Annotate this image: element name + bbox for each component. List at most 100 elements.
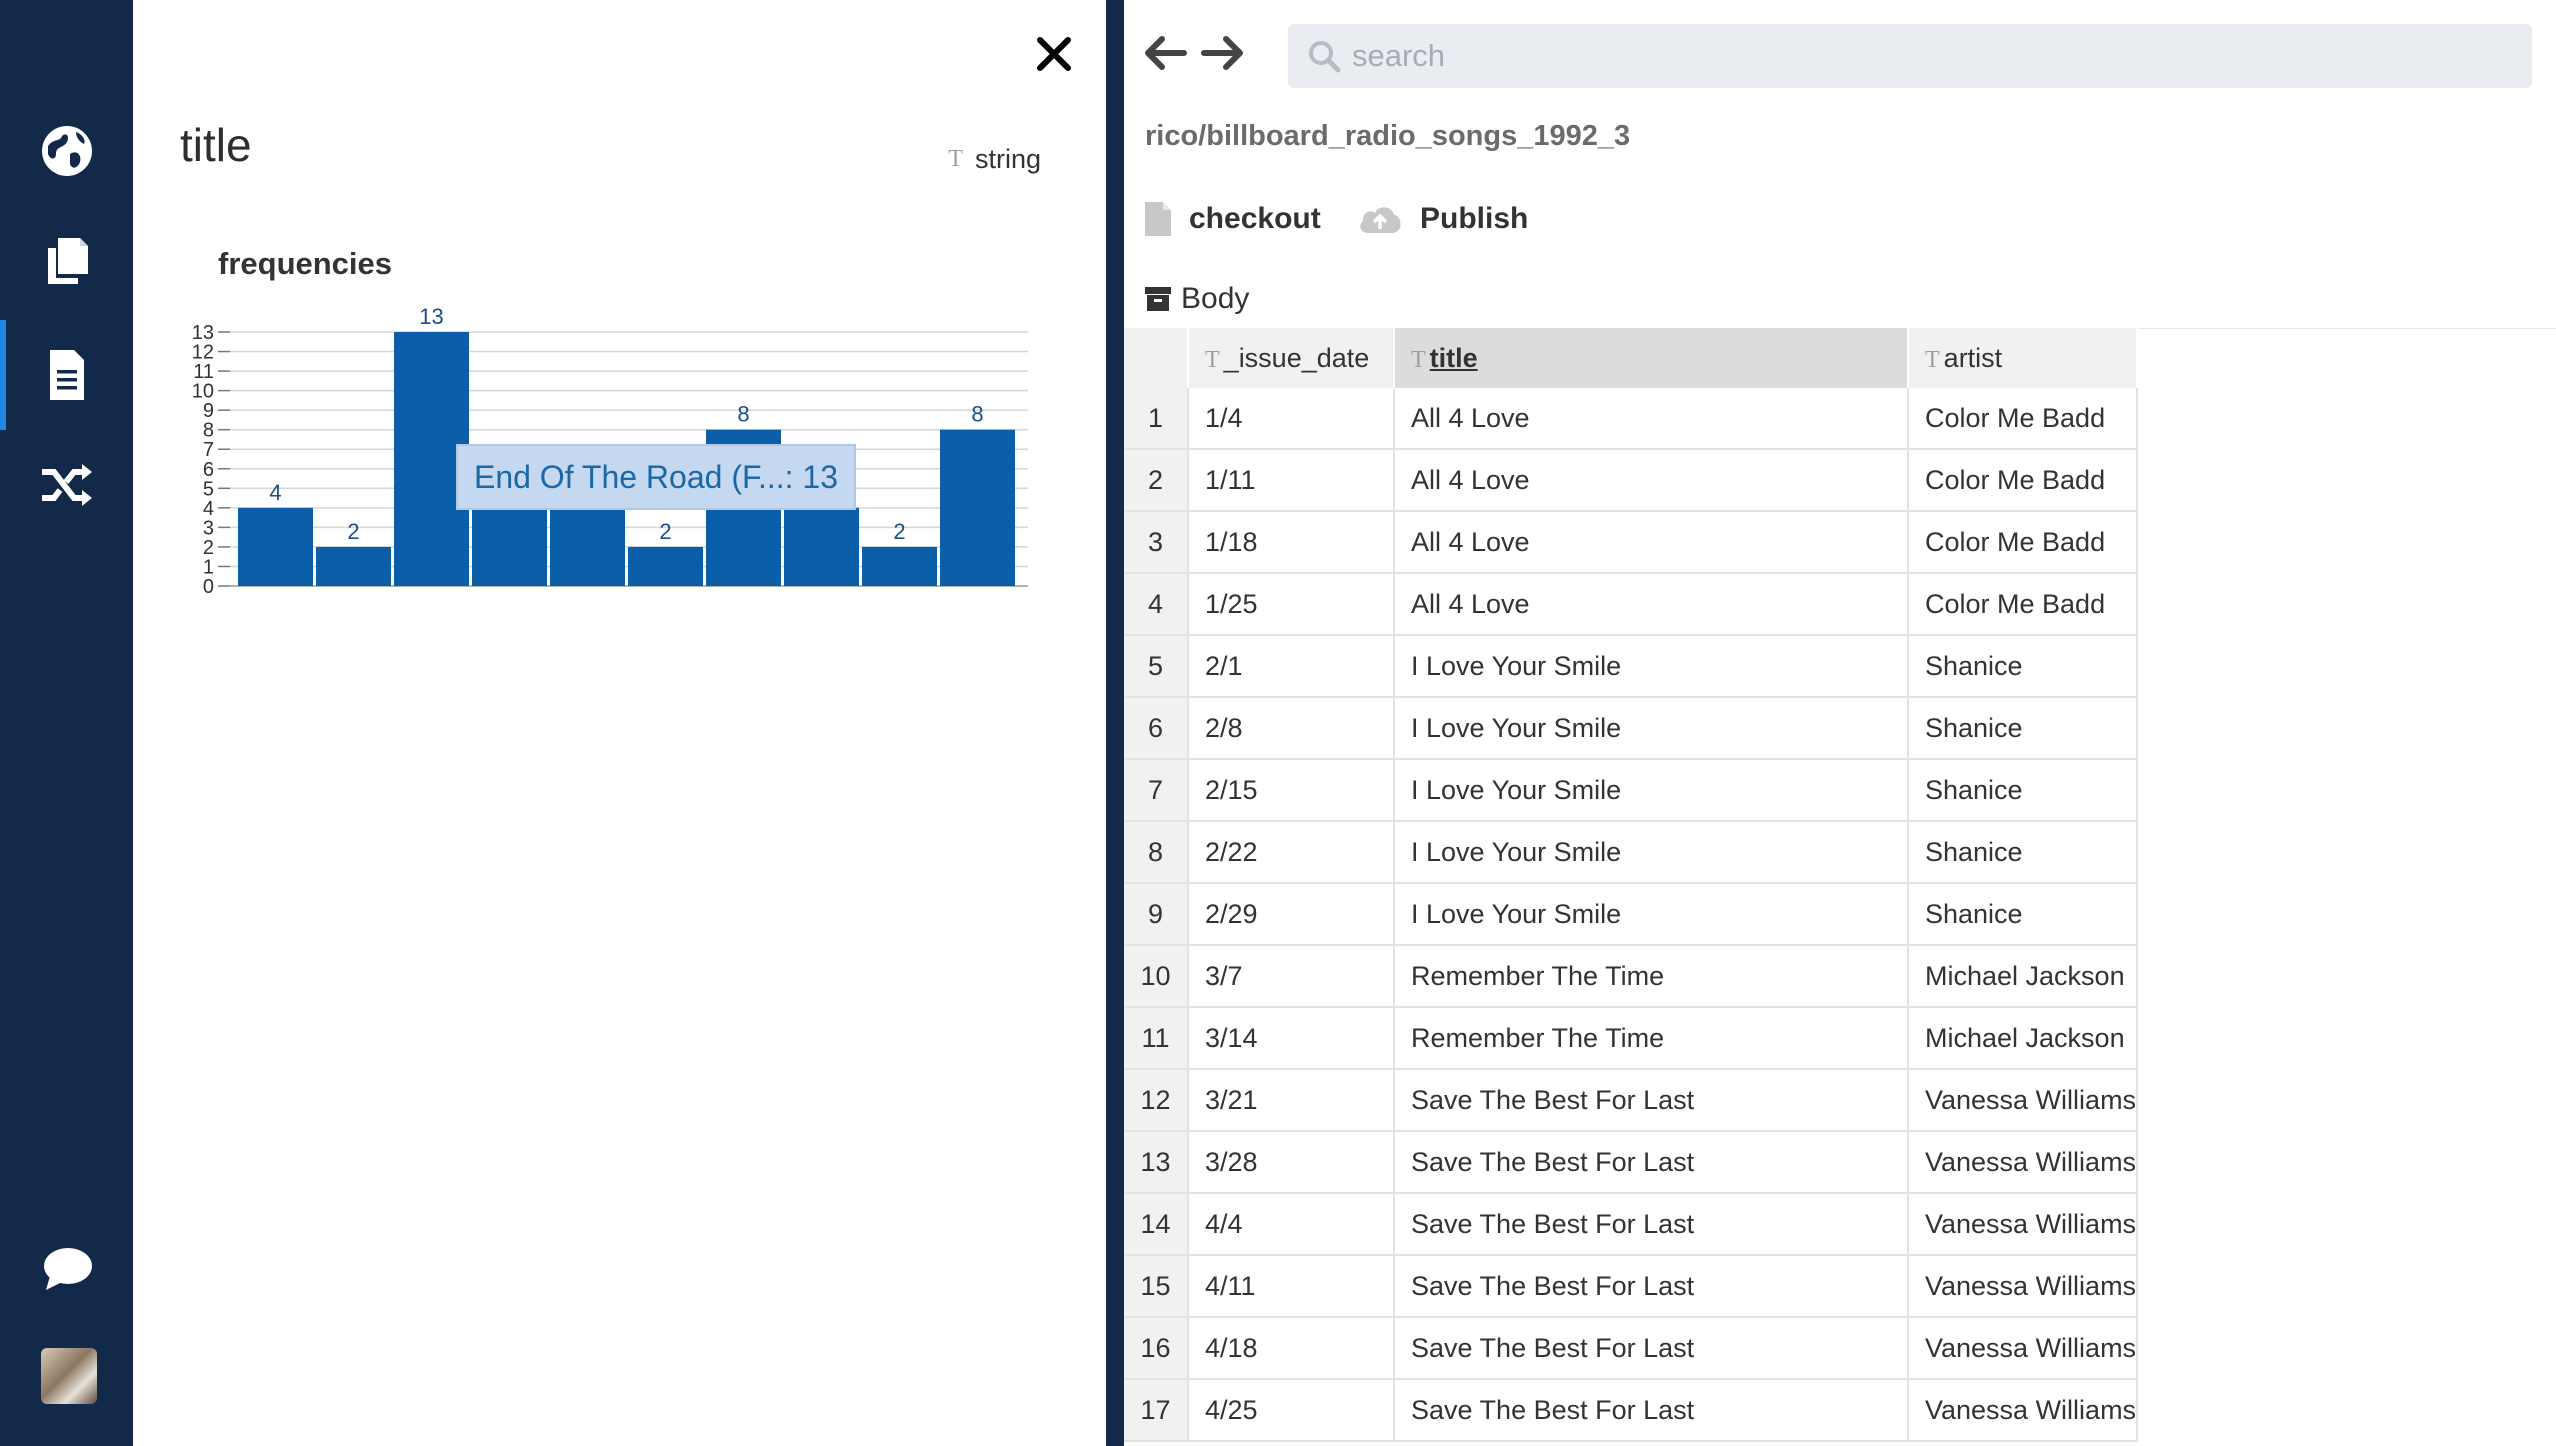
table-row[interactable]: 17 4/25 Save The Best For Last Vanessa Will… [1124, 1379, 2139, 1442]
cell-issue-date[interactable]: 4/18 [1188, 1317, 1395, 1380]
publish-button[interactable]: Publish [1358, 202, 1528, 236]
cell-issue-date[interactable]: 2/29 [1188, 883, 1395, 946]
cell-title[interactable]: All 4 Love [1394, 388, 1909, 450]
cell-title[interactable]: All 4 Love [1394, 573, 1909, 636]
table-row[interactable]: 6 2/8 I Love Your Smile Shanice [1124, 697, 2139, 760]
table-row[interactable]: 10 3/7 Remember The Time Michael Jackson [1124, 945, 2139, 1008]
cell-artist[interactable]: Color Me Badd [1908, 573, 2139, 636]
cell-artist[interactable]: Shanice [1908, 635, 2139, 698]
arrow-left-icon[interactable] [1142, 30, 1188, 76]
cell-issue-date[interactable]: 1/25 [1188, 573, 1395, 636]
table-row[interactable]: 7 2/15 I Love Your Smile Shanice [1124, 759, 2139, 822]
publish-label: Publish [1420, 202, 1529, 235]
sidebar-item-copies[interactable] [0, 206, 133, 316]
cell-artist[interactable]: Vanessa Williams [1908, 1193, 2139, 1256]
cell-title[interactable]: I Love Your Smile [1394, 821, 1909, 884]
chart-bar[interactable] [862, 546, 937, 586]
cell-title[interactable]: Save The Best For Last [1394, 1131, 1909, 1194]
cell-artist[interactable]: Vanessa Williams [1908, 1255, 2139, 1318]
table-row[interactable]: 16 4/18 Save The Best For Last Vanessa Will… [1124, 1317, 2139, 1380]
cell-artist[interactable]: Color Me Badd [1908, 511, 2139, 574]
cell-title[interactable]: Save The Best For Last [1394, 1193, 1909, 1256]
cell-artist[interactable]: Michael Jackson [1908, 1007, 2139, 1070]
table-row[interactable]: 11 3/14 Remember The Time Michael Jackson [1124, 1007, 2139, 1070]
cloud-upload-icon [1360, 207, 1401, 233]
body-section-label[interactable]: Body [1145, 282, 1249, 316]
cell-artist[interactable]: Shanice [1908, 821, 2139, 884]
cell-artist[interactable]: Color Me Badd [1908, 388, 2139, 450]
cell-title[interactable]: Save The Best For Last [1394, 1317, 1909, 1380]
arrow-right-icon[interactable] [1200, 30, 1246, 76]
column-header-artist[interactable]: Tartist [1908, 328, 2139, 388]
checkout-button[interactable]: checkout [1145, 202, 1321, 236]
cell-title[interactable]: All 4 Love [1394, 511, 1909, 574]
cell-artist[interactable]: Shanice [1908, 697, 2139, 760]
cell-title[interactable]: Remember The Time [1394, 945, 1909, 1008]
table-row[interactable]: 2 1/11 All 4 Love Color Me Badd [1124, 449, 2139, 512]
search-input[interactable] [1350, 37, 2504, 75]
cell-issue-date[interactable]: 3/14 [1188, 1007, 1395, 1070]
cell-artist[interactable]: Vanessa Williams [1908, 1317, 2139, 1380]
table-row[interactable]: 14 4/4 Save The Best For Last Vanessa Willi… [1124, 1193, 2139, 1256]
cell-issue-date[interactable]: 1/4 [1188, 388, 1395, 450]
table-row[interactable]: 3 1/18 All 4 Love Color Me Badd [1124, 511, 2139, 574]
cell-title[interactable]: Save The Best For Last [1394, 1379, 1909, 1442]
cell-issue-date[interactable]: 3/21 [1188, 1069, 1395, 1132]
cell-issue-date[interactable]: 3/28 [1188, 1131, 1395, 1194]
bar-value-label: 2 [659, 519, 671, 544]
chart-bar[interactable] [238, 507, 313, 586]
chart-bar[interactable] [784, 507, 859, 586]
chart-bar[interactable] [472, 507, 547, 586]
sidebar-item-explore[interactable] [0, 96, 133, 206]
table-row[interactable]: 12 3/21 Save The Best For Last Vanessa Will… [1124, 1069, 2139, 1132]
search-bar[interactable] [1288, 24, 2532, 88]
type-glyph-icon: T [1411, 346, 1426, 373]
cell-issue-date[interactable]: 3/7 [1188, 945, 1395, 1008]
cell-title[interactable]: I Love Your Smile [1394, 697, 1909, 760]
panel-divider[interactable] [1106, 0, 1124, 1446]
cell-title[interactable]: I Love Your Smile [1394, 883, 1909, 946]
cell-issue-date[interactable]: 2/15 [1188, 759, 1395, 822]
cell-artist[interactable]: Vanessa Williams [1908, 1069, 2139, 1132]
cell-issue-date[interactable]: 2/8 [1188, 697, 1395, 760]
cell-issue-date[interactable]: 1/18 [1188, 511, 1395, 574]
cell-artist[interactable]: Color Me Badd [1908, 449, 2139, 512]
user-avatar[interactable] [41, 1348, 97, 1404]
column-header-issue-date[interactable]: T _issue_date [1188, 328, 1395, 388]
sidebar-item-chat[interactable] [0, 1214, 133, 1324]
cell-title[interactable]: Remember The Time [1394, 1007, 1909, 1070]
chart-bar[interactable] [628, 546, 703, 586]
cell-issue-date[interactable]: 1/11 [1188, 449, 1395, 512]
cell-title[interactable]: I Love Your Smile [1394, 635, 1909, 698]
cell-issue-date[interactable]: 2/22 [1188, 821, 1395, 884]
cell-issue-date[interactable]: 4/25 [1188, 1379, 1395, 1442]
cell-title[interactable]: Save The Best For Last [1394, 1069, 1909, 1132]
sidebar-item-shuffle[interactable] [0, 430, 133, 540]
cell-artist[interactable]: Vanessa Williams [1908, 1131, 2139, 1194]
y-tick-label: 13 [192, 322, 214, 344]
sidebar-item-document[interactable] [0, 320, 133, 430]
table-row[interactable]: 8 2/22 I Love Your Smile Shanice [1124, 821, 2139, 884]
table-row[interactable]: 15 4/11 Save The Best For Last Vanessa Will… [1124, 1255, 2139, 1318]
chart-bar[interactable] [550, 507, 625, 586]
cell-title[interactable]: I Love Your Smile [1394, 759, 1909, 822]
column-header-title[interactable]: Ttitle [1394, 328, 1909, 388]
cell-artist[interactable]: Shanice [1908, 883, 2139, 946]
table-row[interactable]: 13 3/28 Save The Best For Last Vanessa Will… [1124, 1131, 2139, 1194]
cell-artist[interactable]: Michael Jackson [1908, 945, 2139, 1008]
table-row[interactable]: 5 2/1 I Love Your Smile Shanice [1124, 635, 2139, 698]
cell-issue-date[interactable]: 4/11 [1188, 1255, 1395, 1318]
cell-title[interactable]: All 4 Love [1394, 449, 1909, 512]
table-row[interactable]: 1 1/4 All 4 Love Color Me Badd [1124, 388, 2139, 450]
chart-bar[interactable] [316, 546, 391, 586]
cell-issue-date[interactable]: 2/1 [1188, 635, 1395, 698]
chart-bar[interactable] [940, 429, 1015, 586]
cell-title[interactable]: Save The Best For Last [1394, 1255, 1909, 1318]
close-icon[interactable] [1034, 34, 1074, 74]
cell-issue-date[interactable]: 4/4 [1188, 1193, 1395, 1256]
table-row[interactable]: 9 2/29 I Love Your Smile Shanice [1124, 883, 2139, 946]
table-row[interactable]: 4 1/25 All 4 Love Color Me Badd [1124, 573, 2139, 636]
dataset-path[interactable]: rico/billboard_radio_songs_1992_3 [1145, 120, 1630, 153]
cell-artist[interactable]: Shanice [1908, 759, 2139, 822]
cell-artist[interactable]: Vanessa Williams [1908, 1379, 2139, 1442]
